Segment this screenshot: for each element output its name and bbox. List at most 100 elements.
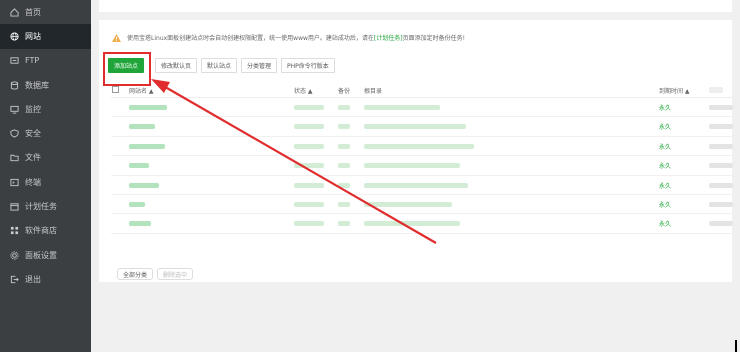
status-redacted bbox=[294, 221, 324, 227]
sidebar-item[interactable]: 网站 bbox=[0, 24, 91, 49]
sidebar-item-label: 终端 bbox=[25, 177, 41, 187]
terminal-icon bbox=[9, 177, 19, 187]
schedule-task-link[interactable]: [计划任务] bbox=[374, 33, 403, 42]
grid-icon bbox=[9, 226, 19, 236]
site-name-redacted bbox=[129, 201, 145, 207]
batch-operation-select[interactable]: 删除选中 bbox=[157, 268, 194, 280]
site-name-redacted bbox=[129, 143, 165, 149]
expire-value[interactable]: 永久 bbox=[659, 161, 671, 170]
sidebar-item-label: 网站 bbox=[25, 31, 41, 41]
sidebar-item-label: 首页 bbox=[25, 7, 41, 17]
extra-redacted bbox=[709, 201, 733, 207]
add-site-highlight bbox=[103, 52, 151, 86]
globe-icon bbox=[9, 31, 19, 41]
notice-text-end: 页面添加定时备份任务! bbox=[402, 35, 465, 42]
table-row[interactable]: 永久 bbox=[111, 156, 733, 176]
expire-value[interactable]: 永久 bbox=[659, 200, 671, 209]
expire-value[interactable]: 永久 bbox=[659, 142, 671, 151]
expire-value[interactable]: 永久 bbox=[659, 122, 671, 131]
header-site-name[interactable]: 网站名 ▲ bbox=[129, 86, 154, 95]
sidebar-item[interactable]: 数据库 bbox=[0, 73, 91, 97]
warning-icon bbox=[112, 33, 121, 42]
header-expire[interactable]: 到期时间 ▲ bbox=[659, 86, 690, 95]
all-categories-select[interactable]: 全部分类 bbox=[117, 268, 154, 280]
root-dir-redacted bbox=[364, 105, 440, 110]
gear-icon bbox=[9, 250, 19, 260]
sidebar-item-label: 计划任务 bbox=[25, 202, 57, 212]
shield-icon bbox=[9, 129, 19, 139]
sidebar-item[interactable]: 面板设置 bbox=[0, 243, 91, 267]
monitor-icon bbox=[9, 104, 19, 114]
root-dir-redacted bbox=[364, 143, 474, 149]
home-icon bbox=[9, 7, 19, 17]
main-content: 使用宝塔Linux面板创建站点时会自动创建权限配置，统一使用www用户。建站成功… bbox=[91, 0, 740, 352]
status-redacted bbox=[294, 163, 324, 169]
extra-redacted bbox=[709, 143, 733, 149]
sidebar-item[interactable]: 计划任务 bbox=[0, 194, 91, 218]
expire-value[interactable]: 永久 bbox=[659, 181, 671, 190]
default-site-button[interactable]: 默认站点 bbox=[201, 58, 238, 73]
expire-value[interactable]: 永久 bbox=[659, 103, 671, 112]
header-blurred bbox=[709, 87, 723, 93]
backup-redacted bbox=[338, 221, 350, 227]
notice-bar: 使用宝塔Linux面板创建站点时会自动创建权限配置，统一使用www用户。建站成功… bbox=[112, 33, 465, 42]
sidebar-item-label: 文件 bbox=[25, 153, 41, 163]
backup-redacted bbox=[338, 143, 350, 149]
status-redacted bbox=[294, 201, 324, 207]
table-row[interactable]: 永久 bbox=[111, 195, 733, 215]
sidebar-item[interactable]: 首页 bbox=[0, 0, 91, 24]
site-name-redacted bbox=[129, 163, 149, 169]
site-name-redacted bbox=[129, 124, 155, 130]
modify-default-page-button[interactable]: 修改默认页 bbox=[155, 58, 198, 73]
sidebar-item-label: FTP bbox=[25, 56, 40, 66]
header-root-dir: 根目录 bbox=[364, 88, 383, 95]
sidebar-item[interactable]: 安全 bbox=[0, 121, 91, 145]
sidebar-item[interactable]: 软件商店 bbox=[0, 219, 91, 243]
edge-marker bbox=[735, 340, 737, 352]
backup-redacted bbox=[338, 201, 350, 207]
backup-redacted bbox=[338, 182, 350, 188]
folder-icon bbox=[9, 153, 19, 163]
php-cli-version-button[interactable]: PHP命令行版本 bbox=[281, 58, 335, 73]
table-header: 网站名 ▲ 状态 ▲ 备份 根目录 到期时间 ▲ bbox=[111, 82, 732, 98]
sidebar-item-label: 数据库 bbox=[25, 80, 49, 90]
root-dir-redacted bbox=[364, 163, 460, 169]
category-manage-button[interactable]: 分类管理 bbox=[241, 58, 278, 73]
status-redacted bbox=[294, 143, 324, 149]
site-name-redacted bbox=[129, 182, 159, 188]
select-all-checkbox[interactable] bbox=[112, 86, 119, 93]
root-dir-redacted bbox=[364, 201, 452, 207]
table-row[interactable]: 永久 bbox=[111, 214, 733, 234]
sidebar-item[interactable]: 终端 bbox=[0, 170, 91, 194]
site-table: 网站名 ▲ 状态 ▲ 备份 根目录 到期时间 ▲ 永久 永久 永久 永久 永久 永久 永久 bbox=[111, 82, 733, 234]
backup-redacted bbox=[338, 105, 350, 110]
status-redacted bbox=[294, 124, 324, 130]
sidebar-item[interactable]: 文件 bbox=[0, 146, 91, 170]
sidebar-item-label: 安全 bbox=[25, 129, 41, 139]
sidebar-item[interactable]: FTP bbox=[0, 49, 91, 73]
table-row[interactable]: 永久 bbox=[111, 176, 733, 195]
site-list-card: 使用宝塔Linux面板创建站点时会自动创建权限配置，统一使用www用户。建站成功… bbox=[99, 20, 733, 282]
extra-redacted bbox=[709, 221, 733, 227]
table-row[interactable]: 永久 bbox=[111, 117, 733, 137]
extra-redacted bbox=[709, 124, 733, 130]
backup-redacted bbox=[338, 163, 350, 169]
sidebar: 首页网站 FTP 数据库监控安全文件终端计划任务软件商店面板设置退出 bbox=[0, 0, 91, 352]
expire-value[interactable]: 永久 bbox=[659, 219, 671, 228]
backup-redacted bbox=[338, 124, 350, 130]
sidebar-item[interactable]: 退出 bbox=[0, 267, 91, 291]
sidebar-item[interactable]: 监控 bbox=[0, 97, 91, 121]
site-name-redacted bbox=[129, 221, 151, 227]
ftp-icon bbox=[9, 56, 19, 66]
root-dir-redacted bbox=[364, 182, 468, 188]
root-dir-redacted bbox=[364, 221, 460, 227]
header-status[interactable]: 状态 ▲ bbox=[294, 86, 313, 95]
root-dir-redacted bbox=[364, 124, 466, 130]
database-icon bbox=[9, 80, 19, 90]
site-name-redacted bbox=[129, 105, 167, 110]
sidebar-item-label: 面板设置 bbox=[25, 250, 57, 260]
extra-redacted bbox=[709, 105, 733, 110]
table-row[interactable]: 永久 bbox=[111, 137, 733, 157]
table-row[interactable]: 永久 bbox=[111, 98, 733, 118]
calendar-icon bbox=[9, 202, 19, 212]
